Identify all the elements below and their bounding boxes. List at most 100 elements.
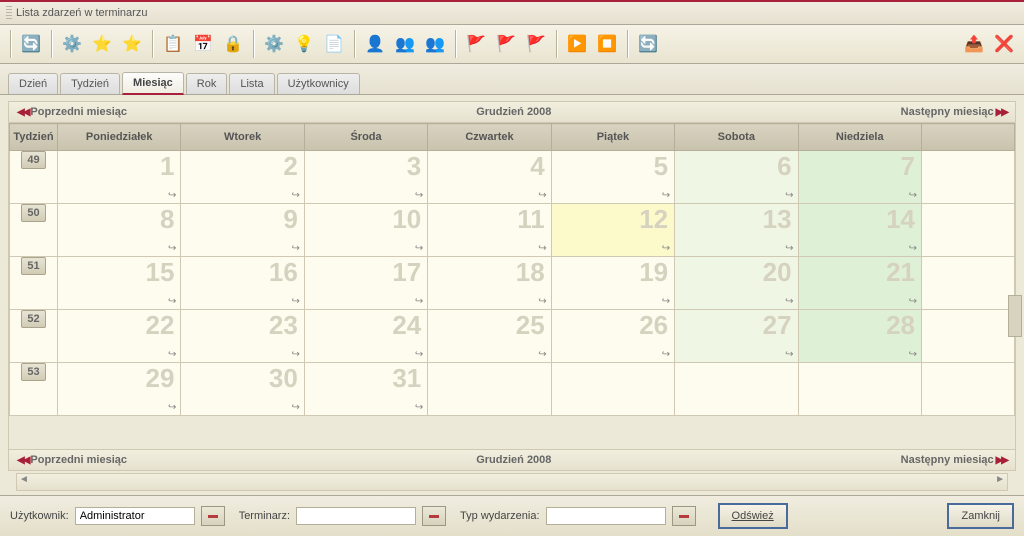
tab-dzień[interactable]: Dzień xyxy=(8,73,58,94)
user-icon[interactable]: 👤 xyxy=(363,32,387,56)
clear-user-button[interactable] xyxy=(201,506,225,526)
day-cell[interactable]: 18↪ xyxy=(428,257,551,310)
day-cell[interactable]: 17↪ xyxy=(304,257,427,310)
day-cell[interactable]: 27↪ xyxy=(675,310,798,363)
day-cell[interactable]: 10↪ xyxy=(304,204,427,257)
day-cell[interactable]: 3↪ xyxy=(304,151,427,204)
goto-icon[interactable]: ↪ xyxy=(415,243,423,254)
day-cell[interactable]: 19↪ xyxy=(551,257,674,310)
cycle-icon[interactable]: 🔄 xyxy=(636,32,660,56)
lock-icon[interactable]: 🔒 xyxy=(221,32,245,56)
goto-icon[interactable]: ↪ xyxy=(909,243,917,254)
day-cell[interactable]: 13↪ xyxy=(675,204,798,257)
prev-month-button[interactable]: ◀◀Poprzedni miesiąc xyxy=(9,106,135,118)
refresh-icon[interactable]: 🔄 xyxy=(19,32,43,56)
group1-icon[interactable]: 👥 xyxy=(393,32,417,56)
calendar-icon[interactable]: 📅 xyxy=(191,32,215,56)
goto-icon[interactable]: ↪ xyxy=(909,296,917,307)
play-icon[interactable]: ▶️ xyxy=(565,32,589,56)
day-cell[interactable]: 25↪ xyxy=(428,310,551,363)
day-cell[interactable]: 9↪ xyxy=(181,204,304,257)
refresh-button[interactable]: Odśwież xyxy=(718,503,788,529)
goto-icon[interactable]: ↪ xyxy=(168,296,176,307)
horizontal-scrollbar[interactable] xyxy=(16,473,1008,491)
goto-icon[interactable]: ↪ xyxy=(291,402,299,413)
tab-lista[interactable]: Lista xyxy=(229,73,274,94)
goto-icon[interactable]: ↪ xyxy=(785,243,793,254)
goto-icon[interactable]: ↪ xyxy=(168,190,176,201)
day-cell[interactable]: 15↪ xyxy=(58,257,181,310)
goto-icon[interactable]: ↪ xyxy=(415,190,423,201)
day-cell[interactable]: 31↪ xyxy=(304,363,427,416)
goto-icon[interactable]: ↪ xyxy=(785,190,793,201)
week-number[interactable]: 50 xyxy=(10,204,58,257)
day-cell[interactable]: 6↪ xyxy=(675,151,798,204)
goto-icon[interactable]: ↪ xyxy=(415,402,423,413)
day-cell[interactable]: 21↪ xyxy=(798,257,921,310)
day-cell[interactable]: 1↪ xyxy=(58,151,181,204)
goto-icon[interactable]: ↪ xyxy=(662,296,670,307)
day-cell[interactable]: 24↪ xyxy=(304,310,427,363)
tab-rok[interactable]: Rok xyxy=(186,73,228,94)
doc-icon[interactable]: 📄 xyxy=(322,32,346,56)
goto-icon[interactable]: ↪ xyxy=(291,243,299,254)
goto-icon[interactable]: ↪ xyxy=(291,190,299,201)
flag3-icon[interactable]: 🚩 xyxy=(524,32,548,56)
close-button[interactable]: Zamknij xyxy=(947,503,1014,529)
tab-miesiąc[interactable]: Miesiąc xyxy=(122,72,184,95)
goto-icon[interactable]: ↪ xyxy=(662,243,670,254)
day-cell[interactable]: 11↪ xyxy=(428,204,551,257)
type-field[interactable] xyxy=(546,507,666,525)
goto-icon[interactable]: ↪ xyxy=(291,349,299,360)
week-number[interactable]: 52 xyxy=(10,310,58,363)
clear-calendar-button[interactable] xyxy=(422,506,446,526)
clear-type-button[interactable] xyxy=(672,506,696,526)
group2-icon[interactable]: 👥 xyxy=(423,32,447,56)
goto-icon[interactable]: ↪ xyxy=(538,296,546,307)
goto-icon[interactable]: ↪ xyxy=(415,349,423,360)
tab-użytkownicy[interactable]: Użytkownicy xyxy=(277,73,360,94)
next-month-button-bottom[interactable]: Następny miesiąc▶▶ xyxy=(893,454,1015,466)
day-cell[interactable]: 16↪ xyxy=(181,257,304,310)
goto-icon[interactable]: ↪ xyxy=(909,190,917,201)
day-cell[interactable]: 4↪ xyxy=(428,151,551,204)
goto-icon[interactable]: ↪ xyxy=(291,296,299,307)
vertical-scrollbar[interactable] xyxy=(1008,295,1022,337)
goto-icon[interactable]: ↪ xyxy=(168,349,176,360)
day-cell[interactable]: 26↪ xyxy=(551,310,674,363)
star-left-icon[interactable]: ⭐ xyxy=(90,32,114,56)
bulb-icon[interactable]: 💡 xyxy=(292,32,316,56)
day-cell[interactable]: 14↪ xyxy=(798,204,921,257)
stop-icon[interactable]: ⏹️ xyxy=(595,32,619,56)
close-x-icon[interactable]: ❌ xyxy=(992,32,1016,56)
calendar-field[interactable] xyxy=(296,507,416,525)
prev-month-button-bottom[interactable]: ◀◀Poprzedni miesiąc xyxy=(9,454,135,466)
goto-icon[interactable]: ↪ xyxy=(168,243,176,254)
goto-icon[interactable]: ↪ xyxy=(538,190,546,201)
day-cell[interactable]: 29↪ xyxy=(58,363,181,416)
day-cell[interactable]: 7↪ xyxy=(798,151,921,204)
day-cell[interactable]: 22↪ xyxy=(58,310,181,363)
goto-icon[interactable]: ↪ xyxy=(662,349,670,360)
goto-icon[interactable]: ↪ xyxy=(909,349,917,360)
gear2-icon[interactable]: ⚙️ xyxy=(262,32,286,56)
user-field[interactable] xyxy=(75,507,195,525)
day-cell[interactable]: 20↪ xyxy=(675,257,798,310)
day-cell[interactable]: 8↪ xyxy=(58,204,181,257)
week-number[interactable]: 49 xyxy=(10,151,58,204)
week-number[interactable]: 53 xyxy=(10,363,58,416)
day-cell[interactable]: 5↪ xyxy=(551,151,674,204)
goto-icon[interactable]: ↪ xyxy=(538,349,546,360)
flag2-icon[interactable]: 🚩 xyxy=(494,32,518,56)
note-icon[interactable]: 📋 xyxy=(161,32,185,56)
goto-icon[interactable]: ↪ xyxy=(785,349,793,360)
day-cell[interactable]: 2↪ xyxy=(181,151,304,204)
day-cell[interactable]: 23↪ xyxy=(181,310,304,363)
goto-icon[interactable]: ↪ xyxy=(538,243,546,254)
tab-tydzień[interactable]: Tydzień xyxy=(60,73,120,94)
flag1-icon[interactable]: 🚩 xyxy=(464,32,488,56)
day-cell[interactable]: 28↪ xyxy=(798,310,921,363)
week-number[interactable]: 51 xyxy=(10,257,58,310)
gear-icon[interactable]: ⚙️ xyxy=(60,32,84,56)
goto-icon[interactable]: ↪ xyxy=(168,402,176,413)
